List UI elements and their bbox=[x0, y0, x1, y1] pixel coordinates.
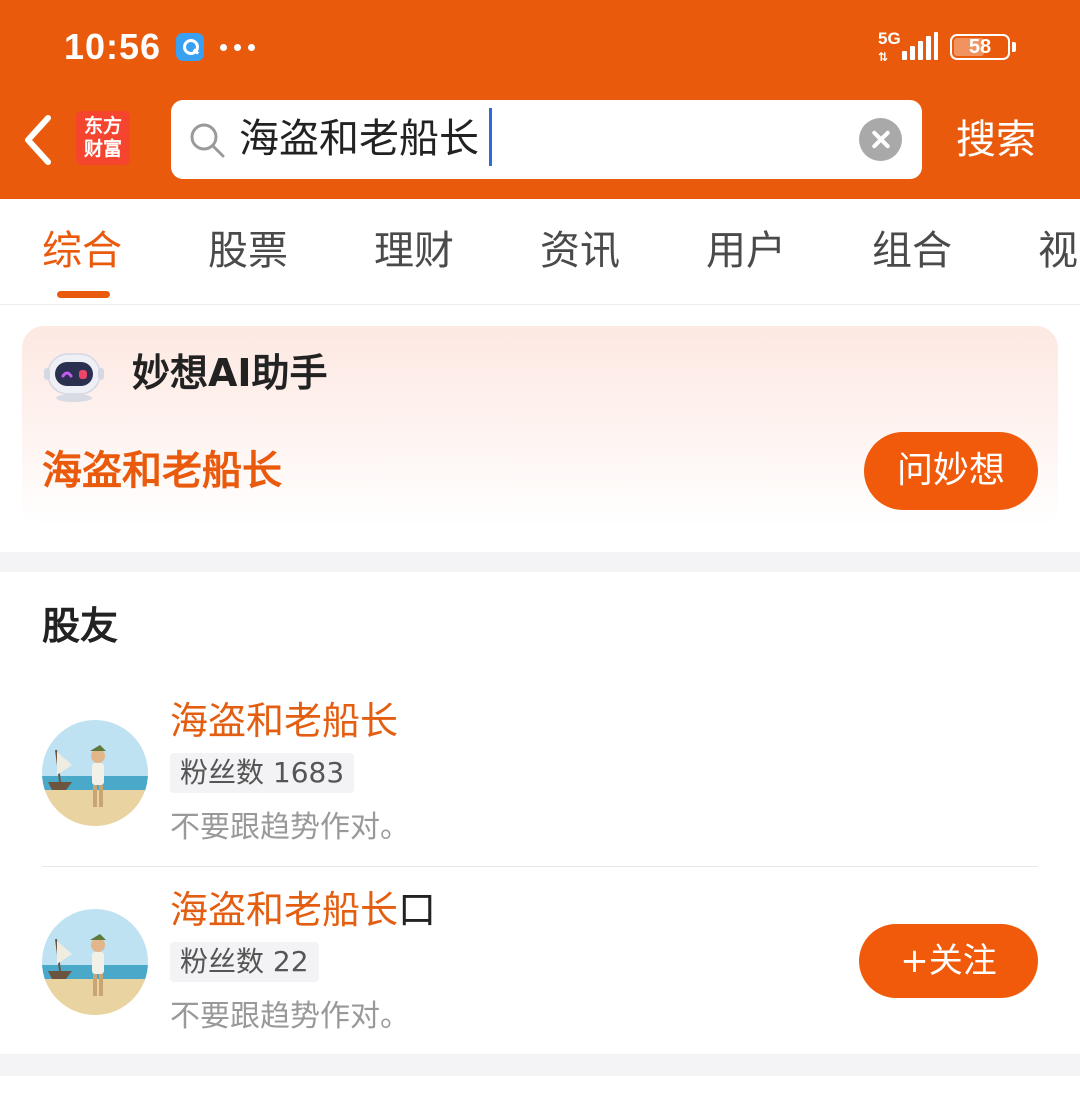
status-bar: 10:56 5G ⇅ 58 bbox=[0, 0, 1080, 95]
robot-assistant-icon bbox=[44, 353, 104, 402]
search-icon bbox=[190, 123, 225, 158]
battery-icon: 58 bbox=[950, 34, 1010, 60]
avatar[interactable] bbox=[42, 909, 148, 1015]
back-button[interactable] bbox=[18, 110, 62, 170]
tab-stocks[interactable]: 股票 bbox=[208, 225, 288, 277]
avatar[interactable] bbox=[42, 720, 148, 826]
tab-wealth[interactable]: 理财 bbox=[374, 225, 454, 277]
tab-video[interactable]: 视 bbox=[1038, 225, 1078, 277]
search-box[interactable]: 海盗和老船长 bbox=[171, 100, 922, 179]
user-bio: 不要跟趋势作对。 bbox=[170, 810, 410, 845]
data-transfer-icon: ⇅ bbox=[878, 50, 889, 64]
user-bio: 不要跟趋势作对。 bbox=[170, 999, 410, 1034]
category-tabs: 综合 股票 理财 资讯 用户 组合 视 bbox=[0, 199, 1080, 305]
follow-button[interactable]: +关注 bbox=[859, 924, 1038, 998]
tab-news[interactable]: 资讯 bbox=[540, 225, 620, 277]
user-name[interactable]: 海盗和老船长口 bbox=[170, 885, 436, 935]
status-time: 10:56 bbox=[64, 26, 162, 67]
tab-comprehensive[interactable]: 综合 bbox=[42, 225, 122, 277]
fans-count-badge: 粉丝数 1683 bbox=[170, 753, 355, 793]
tab-users[interactable]: 用户 bbox=[706, 225, 786, 277]
logo-line1: 东方 bbox=[83, 115, 122, 137]
logo-line2: 财富 bbox=[83, 138, 122, 160]
user-name[interactable]: 海盗和老船长 bbox=[170, 696, 398, 746]
eastmoney-logo[interactable]: 东方 财富 bbox=[76, 111, 130, 165]
battery-percentage: 58 bbox=[968, 36, 992, 58]
text-cursor bbox=[489, 108, 492, 166]
ai-assistant-card[interactable]: 妙想AI助手 海盗和老船长 问妙想 bbox=[22, 326, 1058, 526]
ai-query-text[interactable]: 海盗和老船长 bbox=[42, 443, 282, 499]
ask-miaoxiang-button[interactable]: 问妙想 bbox=[864, 432, 1038, 510]
search-button[interactable]: 搜索 bbox=[956, 112, 1036, 168]
search-input[interactable]: 海盗和老船长 bbox=[239, 114, 479, 164]
user-list-item[interactable]: 海盗和老船长 粉丝数 1683 不要跟趋势作对。 bbox=[0, 690, 1080, 860]
header-bar: 10:56 5G ⇅ 58 东方 财富 海盗和老船长 搜索 bbox=[0, 0, 1080, 199]
app-notification-icon bbox=[176, 33, 204, 61]
clear-search-icon[interactable] bbox=[859, 118, 902, 161]
battery-tip bbox=[1012, 42, 1016, 52]
section-title: 股友 bbox=[42, 604, 119, 648]
fans-count-badge: 粉丝数 22 bbox=[170, 942, 319, 982]
list-divider bbox=[42, 866, 1038, 867]
section-divider bbox=[0, 552, 1080, 572]
pirate-avatar-image bbox=[42, 720, 148, 826]
pirate-avatar-image bbox=[42, 909, 148, 1015]
network-type: 5G bbox=[878, 29, 901, 48]
ai-assistant-title: 妙想AI助手 bbox=[132, 351, 328, 395]
tab-portfolios[interactable]: 组合 bbox=[872, 225, 952, 277]
chevron-left-icon bbox=[25, 115, 51, 165]
more-notifications-icon bbox=[220, 44, 255, 51]
signal-strength-icon bbox=[902, 32, 938, 60]
section-divider bbox=[0, 1054, 1080, 1076]
active-tab-indicator bbox=[57, 291, 110, 298]
